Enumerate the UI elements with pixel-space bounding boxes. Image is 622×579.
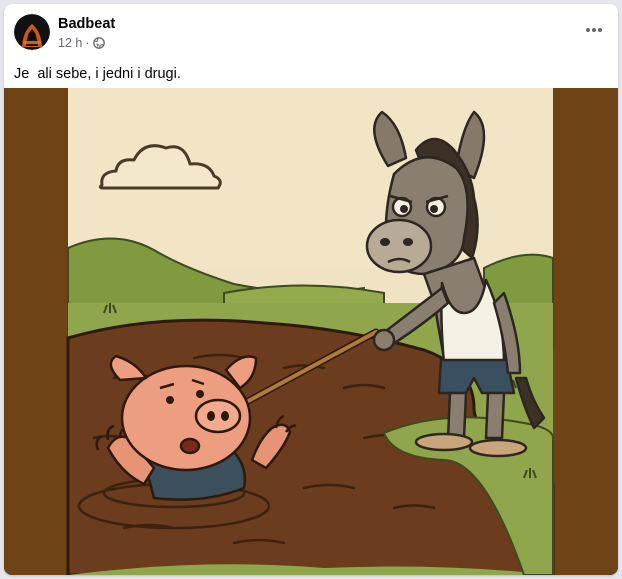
post-time[interactable]: 12 h [58,36,82,50]
author-avatar[interactable] [14,14,50,50]
hooded-figure-icon [14,14,50,50]
cartoon-illustration [4,88,618,575]
post-meta: 12 h · [58,36,105,50]
meta-separator: · [85,36,90,50]
author-name[interactable]: Badbeat [58,16,115,32]
globe-icon[interactable] [92,37,105,49]
post-text: Je ali sebe, i jedni i drugi. [14,66,181,82]
post-card: Badbeat 12 h · Je ali sebe, i jedni i dr… [4,4,618,575]
more-options-button[interactable] [580,16,608,44]
post-header: Badbeat 12 h · [4,4,618,58]
post-image[interactable] [4,88,618,575]
more-horizontal-icon [586,28,602,32]
